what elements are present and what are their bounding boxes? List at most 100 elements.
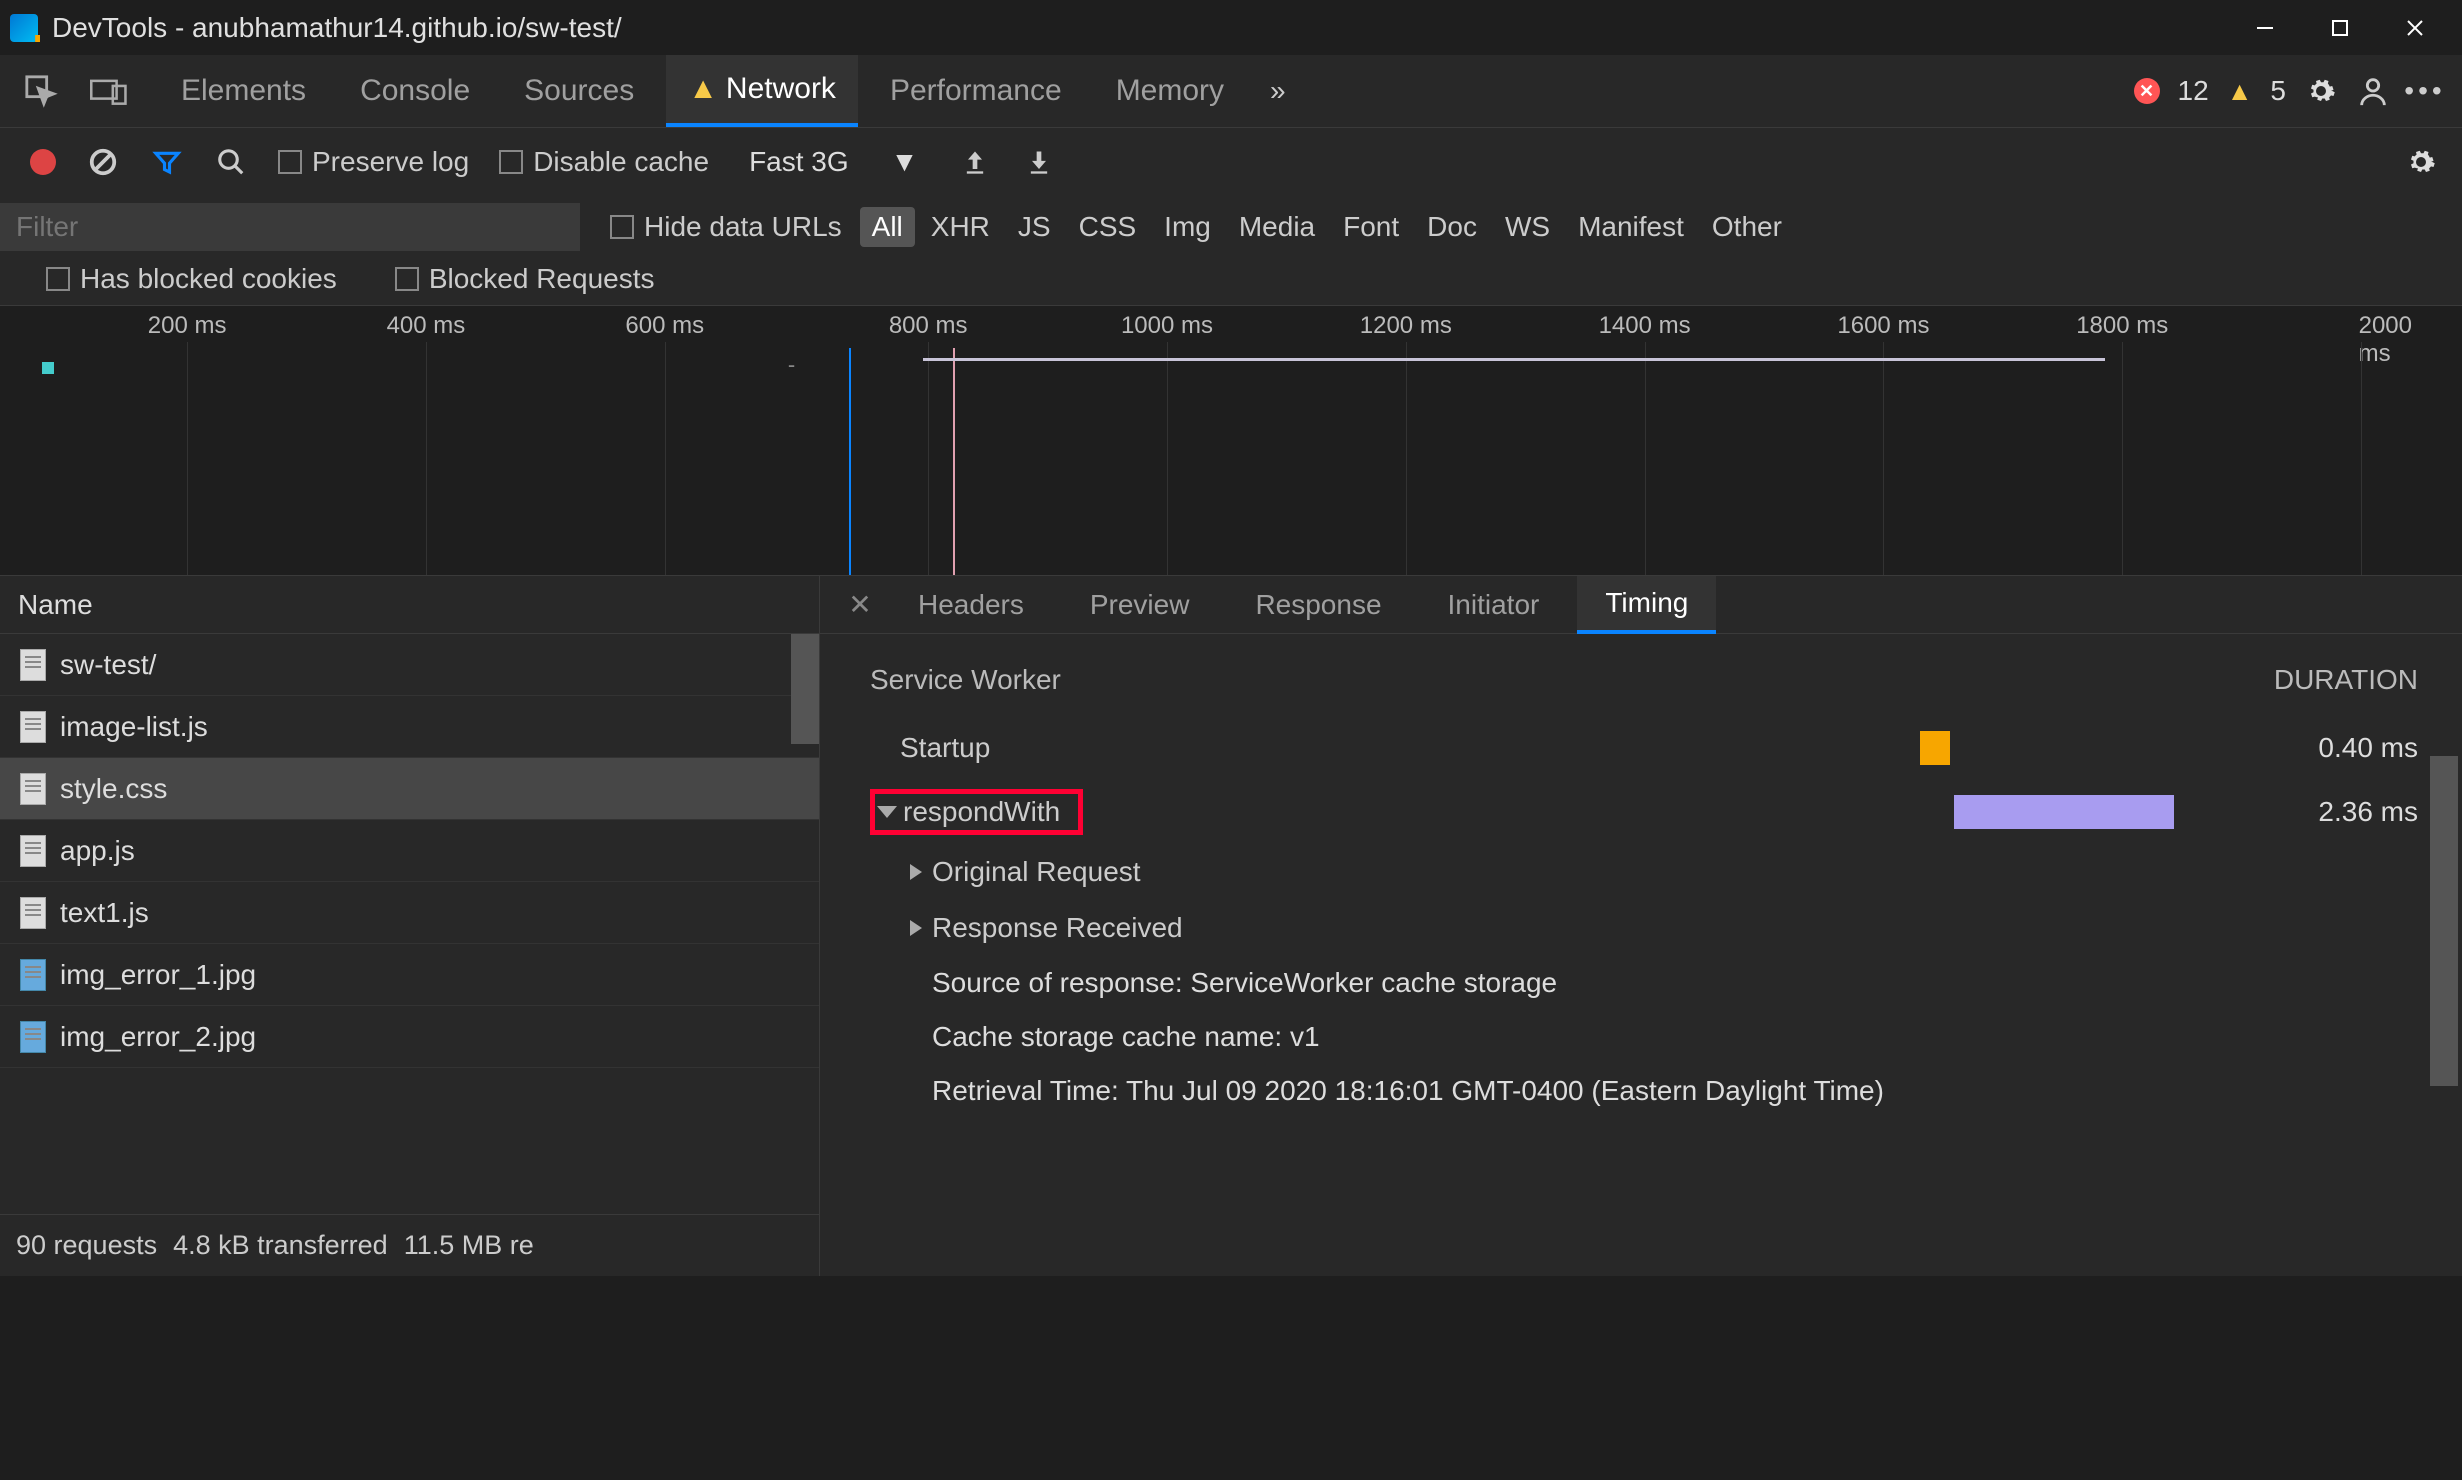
filter-type-doc[interactable]: Doc (1415, 207, 1489, 247)
resource-type-filters: All XHR JS CSS Img Media Font Doc WS Man… (860, 207, 1794, 247)
titlebar: DevTools - anubhamathur14.github.io/sw-t… (0, 0, 2462, 55)
duration-header: DURATION (2274, 664, 2418, 696)
timing-row-respondwith[interactable]: respondWith 2.36 ms (870, 780, 2418, 844)
detail-tab-initiator[interactable]: Initiator (1420, 576, 1568, 634)
filter-icon[interactable] (150, 145, 184, 179)
devtools-app-icon (10, 14, 38, 42)
filter-type-js[interactable]: JS (1006, 207, 1063, 247)
detail-tab-timing[interactable]: Timing (1577, 576, 1716, 634)
window-close-button[interactable] (2377, 4, 2452, 52)
filter-type-media[interactable]: Media (1227, 207, 1327, 247)
disable-cache-checkbox[interactable]: Disable cache (499, 146, 709, 178)
filter-bar: Hide data URLs All XHR JS CSS Img Media … (0, 195, 2462, 306)
file-icon (20, 835, 46, 867)
upload-har-icon[interactable] (958, 145, 992, 179)
chevron-right-icon (910, 920, 922, 936)
detail-tab-preview[interactable]: Preview (1062, 576, 1218, 634)
timeline-tick: 800 ms (889, 312, 968, 340)
filter-type-all[interactable]: All (860, 207, 915, 247)
filter-type-ws[interactable]: WS (1493, 207, 1562, 247)
detail-tab-headers[interactable]: Headers (890, 576, 1052, 634)
throttle-select[interactable]: Fast 3G ▼ (739, 142, 928, 182)
detail-tab-response[interactable]: Response (1227, 576, 1409, 634)
error-count[interactable]: 12 (2178, 75, 2209, 107)
tab-memory[interactable]: Memory (1094, 55, 1246, 127)
respondwith-highlight: respondWith (870, 789, 1083, 835)
request-row[interactable]: app.js (0, 820, 819, 882)
chevron-right-icon (910, 864, 922, 880)
more-menu-icon[interactable]: ••• (2408, 74, 2442, 108)
request-row[interactable]: sw-test/ (0, 634, 819, 696)
timeline-tick: 1600 ms (1837, 312, 1929, 340)
inspect-element-icon[interactable] (12, 62, 70, 120)
timeline-tick: 200 ms (148, 312, 227, 340)
account-icon[interactable] (2356, 74, 2390, 108)
timing-info-source: Source of response: ServiceWorker cache … (870, 956, 2418, 1010)
request-row[interactable]: img_error_2.jpg (0, 1006, 819, 1068)
tab-console[interactable]: Console (338, 55, 492, 127)
has-blocked-cookies-checkbox[interactable]: Has blocked cookies (46, 263, 337, 295)
filter-type-xhr[interactable]: XHR (919, 207, 1002, 247)
timing-bar-respondwith (1954, 795, 2174, 829)
filter-type-other[interactable]: Other (1700, 207, 1794, 247)
timeline-tick: 1800 ms (2076, 312, 2168, 340)
timing-sub-response-received[interactable]: Response Received (870, 900, 2418, 956)
filter-type-font[interactable]: Font (1331, 207, 1411, 247)
request-row[interactable]: image-list.js (0, 696, 819, 758)
timing-section-title: Service Worker (870, 664, 1061, 696)
timeline-tick: 1400 ms (1599, 312, 1691, 340)
name-column-header[interactable]: Name (0, 576, 819, 634)
preserve-log-checkbox[interactable]: Preserve log (278, 146, 469, 178)
request-row[interactable]: img_error_1.jpg (0, 944, 819, 1006)
filter-input[interactable] (0, 203, 580, 251)
clear-button[interactable] (86, 145, 120, 179)
main-tabbar: Elements Console Sources ▲ Network Perfo… (0, 55, 2462, 127)
download-har-icon[interactable] (1022, 145, 1056, 179)
timeline-tick: 600 ms (625, 312, 704, 340)
tab-sources[interactable]: Sources (502, 55, 656, 127)
timing-row-startup: Startup 0.40 ms (870, 716, 2418, 780)
error-badge-icon[interactable]: ✕ (2134, 78, 2160, 104)
timing-duration: 0.40 ms (2090, 732, 2418, 764)
status-resources: 11.5 MB re (404, 1230, 534, 1261)
scrollbar[interactable] (791, 634, 819, 744)
file-icon (20, 649, 46, 681)
warning-icon: ▲ (688, 72, 718, 106)
detail-tabs: ✕ Headers Preview Response Initiator Tim… (820, 576, 2462, 634)
tab-network[interactable]: ▲ Network (666, 55, 858, 127)
filter-type-css[interactable]: CSS (1067, 207, 1149, 247)
timing-sub-original-request[interactable]: Original Request (870, 844, 2418, 900)
chevron-down-icon (877, 806, 897, 818)
window-minimize-button[interactable] (2227, 4, 2302, 52)
hide-data-urls-checkbox[interactable]: Hide data URLs (610, 211, 842, 243)
warning-badge-icon[interactable]: ▲ (2227, 76, 2253, 107)
status-transferred: 4.8 kB transferred (173, 1230, 388, 1261)
load-marker (953, 348, 955, 575)
blocked-requests-checkbox[interactable]: Blocked Requests (395, 263, 655, 295)
device-toolbar-icon[interactable] (80, 62, 138, 120)
timing-label: respondWith (903, 796, 1060, 828)
search-icon[interactable] (214, 145, 248, 179)
record-button[interactable] (30, 149, 56, 175)
timing-label: Startup (870, 732, 990, 764)
file-icon (20, 773, 46, 805)
timeline-dash: - (788, 352, 795, 378)
warning-count[interactable]: 5 (2270, 75, 2286, 107)
filter-type-img[interactable]: Img (1152, 207, 1223, 247)
tab-elements[interactable]: Elements (159, 55, 328, 127)
scrollbar[interactable] (2430, 756, 2458, 1086)
filter-type-manifest[interactable]: Manifest (1566, 207, 1696, 247)
settings-gear-icon[interactable] (2304, 74, 2338, 108)
tab-performance[interactable]: Performance (868, 55, 1084, 127)
request-list: sw-test/ image-list.js style.css app.js … (0, 634, 819, 1214)
request-row[interactable]: style.css (0, 758, 819, 820)
close-detail-button[interactable]: ✕ (840, 588, 880, 621)
tabs-overflow-button[interactable]: » (1256, 75, 1300, 107)
network-settings-gear-icon[interactable] (2404, 145, 2438, 179)
window-maximize-button[interactable] (2302, 4, 2377, 52)
image-file-icon (20, 959, 46, 991)
timeline-overview[interactable]: 200 ms 400 ms 600 ms 800 ms 1000 ms 1200… (0, 306, 2462, 576)
timeline-marker (42, 362, 54, 374)
request-row[interactable]: text1.js (0, 882, 819, 944)
timing-bar-startup (1920, 731, 1950, 765)
